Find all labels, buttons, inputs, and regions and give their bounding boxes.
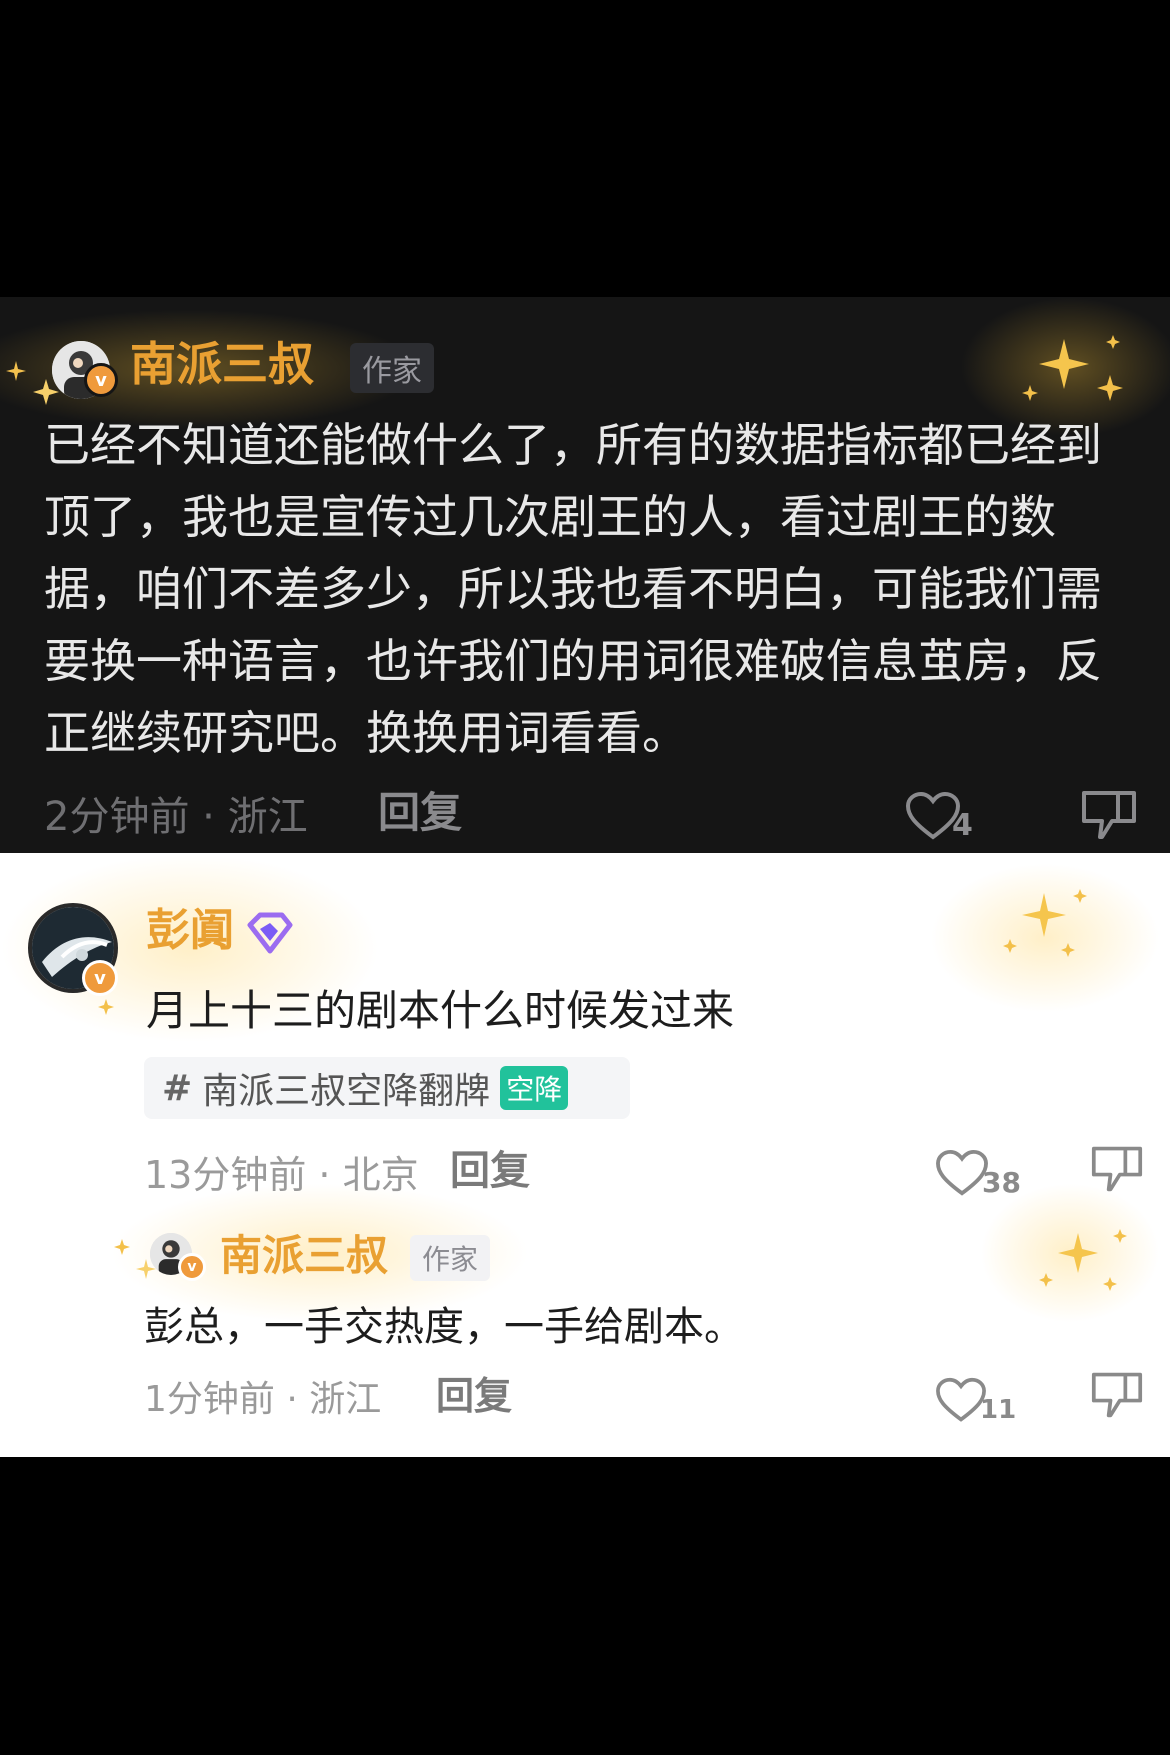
reply-button[interactable]: 回复 — [378, 785, 462, 841]
thumb-down-icon[interactable] — [1078, 787, 1140, 843]
verified-badge-icon: v — [84, 363, 118, 397]
like-button[interactable]: 4 — [904, 787, 973, 843]
sparkle-icon — [98, 999, 114, 1015]
hash-icon: # — [162, 1067, 193, 1109]
like-count: 38 — [982, 1166, 1021, 1199]
like-count: 4 — [952, 808, 973, 843]
topic-label: 南派三叔空降翻牌 — [202, 1071, 491, 1112]
comment-card-light: v 彭阗 月上十三的剧本什么时候发过来 # 南派三叔空降翻牌 空降 13分钟前 … — [0, 853, 1170, 1457]
sparkle-icon — [1003, 889, 1087, 957]
reply-button[interactable]: 回复 — [436, 1369, 512, 1423]
reply-text: 彭总，一手交热度，一手给剧本。 — [144, 1304, 744, 1350]
author-tag: 作家 — [410, 1235, 490, 1281]
like-count: 11 — [980, 1395, 1017, 1425]
author-tag: 作家 — [350, 343, 434, 393]
comment-text: 月上十三的剧本什么时候发过来 — [146, 986, 735, 1035]
author-name[interactable]: 南派三叔 — [220, 1229, 388, 1283]
verified-badge-icon: v — [178, 1253, 206, 1281]
purple-diamond-badge-icon — [247, 912, 293, 954]
comment-time-location: 2分钟前 · 浙江 — [44, 794, 308, 840]
topic-chip: 空降 — [500, 1066, 569, 1110]
thumb-down-icon[interactable] — [1088, 1143, 1146, 1195]
reply-time-location: 1分钟前 · 浙江 — [144, 1379, 382, 1420]
reply-button[interactable]: 回复 — [450, 1143, 530, 1199]
topic-tag[interactable]: # 南派三叔空降翻牌 空降 — [144, 1057, 630, 1119]
thumb-down-icon[interactable] — [1088, 1369, 1146, 1421]
like-button[interactable]: 11 — [934, 1371, 1016, 1425]
author-name[interactable]: 彭阗 — [146, 903, 234, 959]
comment-time-location: 13分钟前 · 北京 — [144, 1152, 419, 1197]
comment-text: 已经不知道还能做什么了，所有的数据指标都已经到顶了，我也是宣传过几次剧王的人，看… — [44, 418, 1102, 760]
like-button[interactable]: 38 — [934, 1143, 1021, 1199]
author-name[interactable]: 南派三叔 — [130, 335, 314, 393]
comment-card-dark: v 南派三叔 作家 已经不知道还能做什么了，所有的数据指标都已经到顶了，我也是宣… — [0, 297, 1170, 853]
